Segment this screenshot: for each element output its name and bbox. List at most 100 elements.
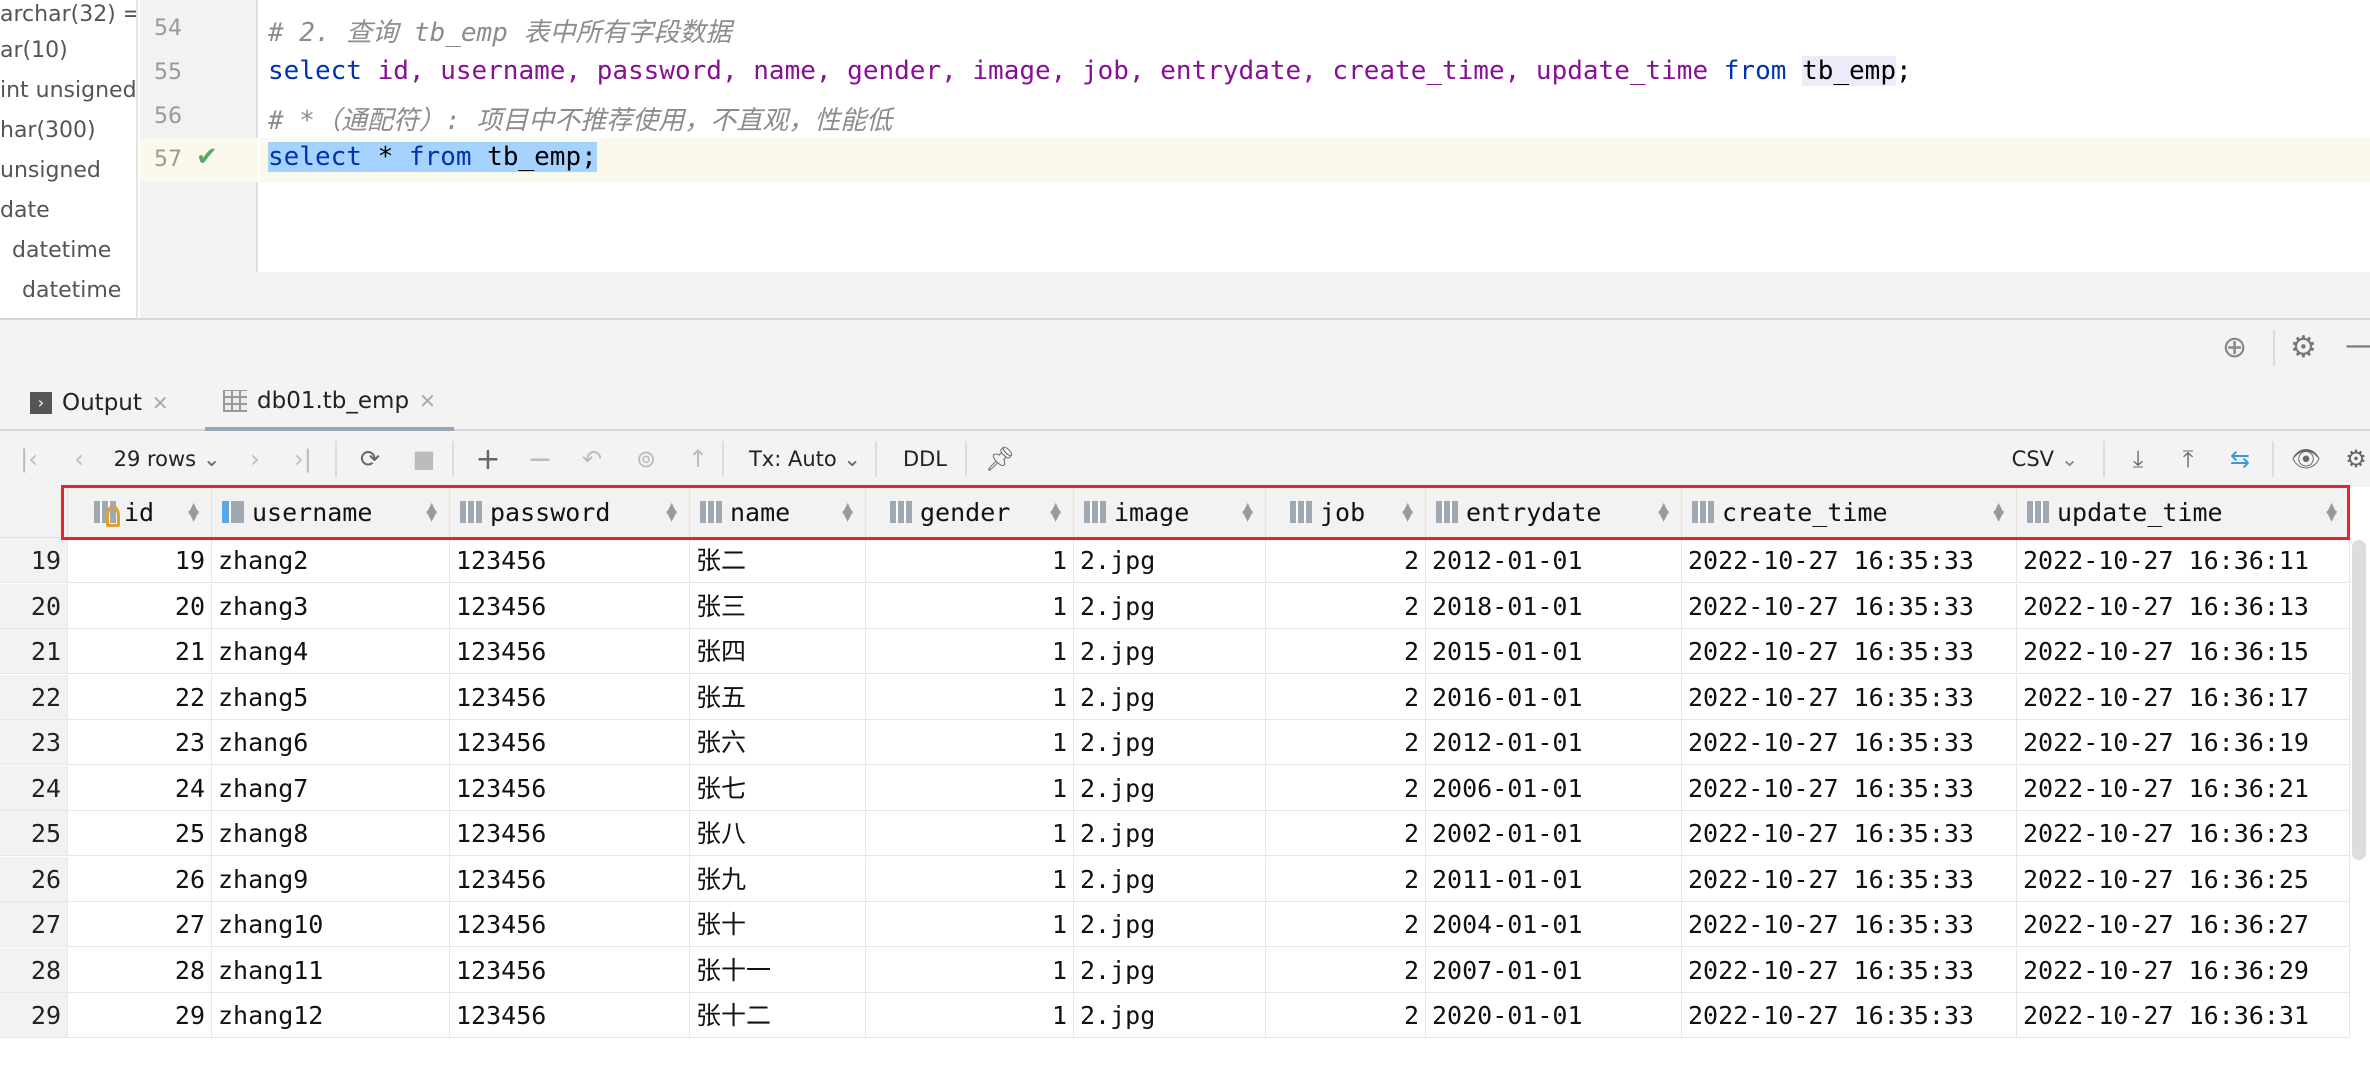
table-cell-update_time[interactable]: 2022-10-27 16:36:21 bbox=[2017, 765, 2350, 811]
table-cell-entrydate[interactable]: 2015-01-01 bbox=[1426, 629, 1682, 674]
table-cell-update_time[interactable]: 2022-10-27 16:36:31 bbox=[2017, 993, 2350, 1038]
sidebar-item[interactable]: int unsigned bbox=[0, 78, 136, 103]
sort-icon[interactable]: ▲ ▼ bbox=[666, 501, 677, 523]
table-cell-id[interactable]: 27 bbox=[68, 902, 212, 947]
sort-icon[interactable]: ▲ ▼ bbox=[1050, 501, 1061, 523]
table-cell-username[interactable]: zhang6 bbox=[212, 720, 450, 765]
table-cell-username[interactable]: zhang11 bbox=[212, 947, 450, 993]
table-cell-password[interactable]: 123456 bbox=[450, 811, 690, 856]
close-icon[interactable]: ✕ bbox=[419, 389, 436, 413]
sidebar-item[interactable]: datetime bbox=[22, 278, 121, 303]
table-cell-image[interactable]: 2.jpg bbox=[1074, 902, 1266, 947]
table-cell-image[interactable]: 2.jpg bbox=[1074, 538, 1266, 583]
push-icon[interactable]: ↑ bbox=[680, 431, 716, 487]
table-cell-entrydate[interactable]: 2007-01-01 bbox=[1426, 947, 1682, 993]
table-cell-update_time[interactable]: 2022-10-27 16:36:25 bbox=[2017, 856, 2350, 902]
table-cell-password[interactable]: 123456 bbox=[450, 583, 690, 629]
table-cell-update_time[interactable]: 2022-10-27 16:36:11 bbox=[2017, 538, 2350, 583]
table-cell-name[interactable]: 张九 bbox=[690, 856, 866, 902]
table-cell-name[interactable]: 张十一 bbox=[690, 947, 866, 993]
sql-editor[interactable]: # 2. 查询 tb_emp 表中所有字段数据 select id, usern… bbox=[260, 0, 2370, 272]
next-page-icon[interactable]: › bbox=[240, 431, 270, 487]
pin-icon[interactable]: 📌︎ bbox=[980, 431, 1020, 487]
column-header-entrydate[interactable]: entrydate ▲ ▼ bbox=[1426, 487, 1682, 538]
table-cell-id[interactable]: 19 bbox=[68, 538, 212, 583]
table-cell-entrydate[interactable]: 2006-01-01 bbox=[1426, 765, 1682, 811]
table-cell-update_time[interactable]: 2022-10-27 16:36:15 bbox=[2017, 629, 2350, 674]
sort-icon[interactable]: ▲ ▼ bbox=[188, 501, 199, 523]
table-cell-job[interactable]: 2 bbox=[1266, 993, 1426, 1038]
table-cell-image[interactable]: 2.jpg bbox=[1074, 993, 1266, 1038]
add-row-icon[interactable]: + bbox=[470, 431, 506, 487]
target-icon[interactable]: ⊕ bbox=[2222, 330, 2247, 365]
table-cell-name[interactable]: 张四 bbox=[690, 629, 866, 674]
table-cell-entrydate[interactable]: 2012-01-01 bbox=[1426, 538, 1682, 583]
table-cell-image[interactable]: 2.jpg bbox=[1074, 947, 1266, 993]
sidebar-item[interactable]: date bbox=[0, 198, 50, 223]
table-cell-name[interactable]: 张三 bbox=[690, 583, 866, 629]
column-header-job[interactable]: job ▲ ▼ bbox=[1266, 487, 1426, 538]
table-cell-update_time[interactable]: 2022-10-27 16:36:19 bbox=[2017, 720, 2350, 765]
table-cell-image[interactable]: 2.jpg bbox=[1074, 811, 1266, 856]
table-cell-username[interactable]: zhang9 bbox=[212, 856, 450, 902]
table-cell-job[interactable]: 2 bbox=[1266, 902, 1426, 947]
table-cell-entrydate[interactable]: 2002-01-01 bbox=[1426, 811, 1682, 856]
table-cell-update_time[interactable]: 2022-10-27 16:36:27 bbox=[2017, 902, 2350, 947]
table-cell-username[interactable]: zhang10 bbox=[212, 902, 450, 947]
table-cell-create_time[interactable]: 2022-10-27 16:35:33 bbox=[1682, 674, 2017, 720]
table-cell-job[interactable]: 2 bbox=[1266, 811, 1426, 856]
table-cell-password[interactable]: 123456 bbox=[450, 856, 690, 902]
table-cell-id[interactable]: 28 bbox=[68, 947, 212, 993]
table-cell-gender[interactable]: 1 bbox=[866, 811, 1074, 856]
tab-db01-tb-emp[interactable]: db01.tb_emp ✕ bbox=[205, 375, 454, 431]
table-cell-job[interactable]: 2 bbox=[1266, 856, 1426, 902]
table-cell-entrydate[interactable]: 2011-01-01 bbox=[1426, 856, 1682, 902]
column-header-update_time[interactable]: update_time ▲ ▼ bbox=[2017, 487, 2350, 538]
table-cell-password[interactable]: 123456 bbox=[450, 993, 690, 1038]
table-cell-username[interactable]: zhang5 bbox=[212, 674, 450, 720]
table-cell-name[interactable]: 张七 bbox=[690, 765, 866, 811]
revert-icon[interactable]: ↶ bbox=[574, 431, 610, 487]
table-cell-job[interactable]: 2 bbox=[1266, 720, 1426, 765]
export-format-dropdown[interactable]: CSV ⌄ bbox=[2005, 431, 2085, 487]
table-cell-password[interactable]: 123456 bbox=[450, 947, 690, 993]
first-page-icon[interactable]: |‹ bbox=[14, 431, 44, 487]
table-cell-gender[interactable]: 1 bbox=[866, 629, 1074, 674]
column-header-username[interactable]: username ▲ ▼ bbox=[212, 487, 450, 538]
table-cell-password[interactable]: 123456 bbox=[450, 538, 690, 583]
table-cell-entrydate[interactable]: 2020-01-01 bbox=[1426, 993, 1682, 1038]
table-cell-name[interactable]: 张五 bbox=[690, 674, 866, 720]
sidebar-item[interactable]: datetime bbox=[12, 238, 111, 263]
table-cell-gender[interactable]: 1 bbox=[866, 993, 1074, 1038]
sidebar-item[interactable]: ar(10) bbox=[0, 38, 68, 63]
table-cell-gender[interactable]: 1 bbox=[866, 765, 1074, 811]
refresh-icon[interactable]: ⟳ bbox=[352, 431, 388, 487]
table-cell-update_time[interactable]: 2022-10-27 16:36:29 bbox=[2017, 947, 2350, 993]
table-cell-gender[interactable]: 1 bbox=[866, 856, 1074, 902]
rows-dropdown[interactable]: 29 rows ⌄ bbox=[112, 431, 222, 487]
sort-icon[interactable]: ▲ ▼ bbox=[426, 501, 437, 523]
table-cell-id[interactable]: 23 bbox=[68, 720, 212, 765]
table-cell-image[interactable]: 2.jpg bbox=[1074, 720, 1266, 765]
table-cell-username[interactable]: zhang4 bbox=[212, 629, 450, 674]
table-cell-update_time[interactable]: 2022-10-27 16:36:13 bbox=[2017, 583, 2350, 629]
table-cell-entrydate[interactable]: 2016-01-01 bbox=[1426, 674, 1682, 720]
table-cell-name[interactable]: 张十二 bbox=[690, 993, 866, 1038]
table-cell-gender[interactable]: 1 bbox=[866, 902, 1074, 947]
table-cell-image[interactable]: 2.jpg bbox=[1074, 629, 1266, 674]
table-cell-password[interactable]: 123456 bbox=[450, 674, 690, 720]
tab-output[interactable]: › Output ✕ bbox=[30, 375, 169, 431]
table-cell-image[interactable]: 2.jpg bbox=[1074, 583, 1266, 629]
table-cell-name[interactable]: 张十 bbox=[690, 902, 866, 947]
last-page-icon[interactable]: ›| bbox=[288, 431, 318, 487]
column-header-password[interactable]: password ▲ ▼ bbox=[450, 487, 690, 538]
table-cell-image[interactable]: 2.jpg bbox=[1074, 765, 1266, 811]
delete-row-icon[interactable]: − bbox=[522, 431, 558, 487]
table-cell-job[interactable]: 2 bbox=[1266, 674, 1426, 720]
close-icon[interactable]: ✕ bbox=[152, 391, 169, 415]
table-cell-name[interactable]: 张六 bbox=[690, 720, 866, 765]
table-cell-username[interactable]: zhang3 bbox=[212, 583, 450, 629]
sidebar-item[interactable]: unsigned bbox=[0, 158, 101, 183]
table-cell-gender[interactable]: 1 bbox=[866, 720, 1074, 765]
table-cell-name[interactable]: 张二 bbox=[690, 538, 866, 583]
